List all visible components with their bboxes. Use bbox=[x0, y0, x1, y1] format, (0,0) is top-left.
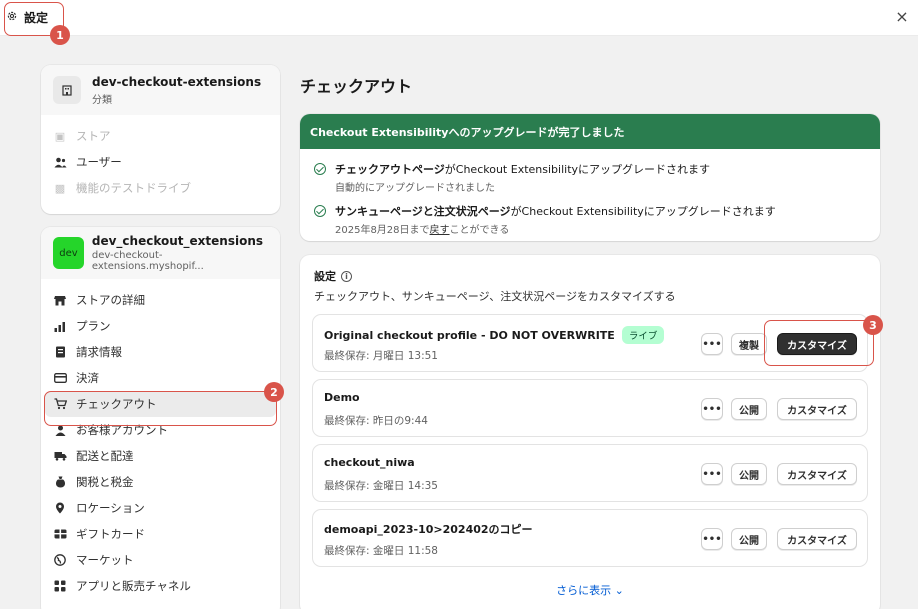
sidebar-item-label: 機能のテストドライブ bbox=[76, 181, 191, 195]
customize-button[interactable]: カスタマイズ bbox=[777, 463, 857, 485]
sidebar-item-shipping[interactable]: 配送と配達 bbox=[41, 443, 280, 469]
more-actions-button[interactable]: ••• bbox=[701, 528, 723, 550]
globe-icon bbox=[53, 553, 67, 567]
profile-name[interactable]: Demo bbox=[324, 391, 360, 404]
clipboard-icon: ▩ bbox=[54, 181, 66, 195]
gift-card-icon bbox=[53, 527, 67, 541]
truck-icon bbox=[53, 449, 67, 463]
show-more-link[interactable]: さらに表示 ⌄ bbox=[300, 582, 880, 598]
section-title: 設定 bbox=[314, 270, 336, 283]
sidebar-item-plan[interactable]: プラン bbox=[41, 313, 280, 339]
dev-store-name: dev_checkout_extensions bbox=[91, 234, 263, 248]
sidebar-item-label: アプリと販売チャネル bbox=[76, 579, 191, 593]
top-bar: 設定 × bbox=[0, 0, 918, 36]
banner-row-text: がCheckout Extensibilityにアップグレードされます bbox=[444, 163, 711, 176]
page-title: チェックアウト bbox=[300, 77, 413, 96]
checkout-profile-row: Demo 最終保存: 昨日の9:44 ••• 公開 カスタマイズ bbox=[312, 379, 868, 437]
apps-icon bbox=[53, 579, 67, 593]
sidebar-item-label: 決済 bbox=[76, 371, 99, 385]
sidebar-item-payments[interactable]: 決済 bbox=[41, 365, 280, 391]
store-header[interactable]: dev-checkout-extensions 分類 bbox=[41, 65, 280, 115]
publish-button[interactable]: 公開 bbox=[731, 398, 767, 420]
sidebar-item-label: ストア bbox=[76, 129, 111, 143]
more-actions-button[interactable]: ••• bbox=[701, 398, 723, 420]
users-icon bbox=[53, 155, 67, 169]
banner-row: チェックアウトページがCheckout Extensibilityにアップグレー… bbox=[300, 161, 880, 194]
banner-row: サンキューページと注文状況ページがCheckout Extensibilityに… bbox=[300, 203, 880, 236]
customize-button[interactable]: カスタマイズ bbox=[777, 398, 857, 420]
annotation-badge-1: 1 bbox=[50, 25, 70, 45]
sidebar-item-apps[interactable]: アプリと販売チャネル bbox=[41, 573, 280, 599]
upgrade-banner: Checkout Extensibilityへのアップグレードが完了しました チ… bbox=[300, 114, 880, 241]
banner-row-strong: チェックアウトページ bbox=[335, 163, 445, 176]
publish-button[interactable]: 公開 bbox=[731, 463, 767, 485]
annotation-badge-3: 3 bbox=[863, 315, 883, 335]
more-actions-button[interactable]: ••• bbox=[701, 463, 723, 485]
more-actions-button[interactable]: ••• bbox=[701, 333, 723, 355]
annotation-box-2 bbox=[44, 391, 277, 426]
banner-row-text: がCheckout Extensibilityにアップグレードされます bbox=[510, 205, 776, 218]
info-icon[interactable]: i bbox=[341, 270, 352, 282]
tax-icon bbox=[53, 475, 67, 489]
banner-row-sub: 2025年8月28日まで bbox=[335, 225, 430, 236]
sidebar-item-markets[interactable]: マーケット bbox=[41, 547, 280, 573]
building-icon bbox=[53, 76, 81, 104]
profile-name[interactable]: checkout_niwa bbox=[324, 456, 415, 469]
sidebar-item-label: ロケーション bbox=[76, 501, 145, 515]
store-name: dev-checkout-extensions bbox=[92, 74, 262, 89]
profile-name[interactable]: Original checkout profile - DO NOT OVERW… bbox=[324, 329, 615, 342]
sidebar-item-label: 請求情報 bbox=[76, 345, 122, 359]
banner-row-sub-tail: ことができる bbox=[449, 225, 510, 236]
profile-saved: 最終保存: 金曜日 11:58 bbox=[324, 545, 438, 557]
avatar: dev bbox=[53, 237, 84, 269]
check-circle-icon bbox=[314, 163, 326, 175]
profile-name[interactable]: demoapi_2023-10>202402のコピー bbox=[324, 521, 533, 537]
profile-saved: 最終保存: 月曜日 13:51 bbox=[324, 350, 438, 362]
sidebar-item-users[interactable]: ユーザー bbox=[41, 149, 280, 175]
dev-store-header[interactable]: dev dev_checkout_extensions dev-checkout… bbox=[41, 227, 280, 279]
store-icon bbox=[53, 293, 67, 307]
annotation-box-3 bbox=[764, 320, 874, 366]
sidebar-item-label: ギフトカード bbox=[76, 527, 145, 541]
duplicate-button[interactable]: 複製 bbox=[731, 333, 767, 355]
store-card: dev-checkout-extensions 分類 ▣ ストア ユーザー ▩ … bbox=[41, 65, 280, 214]
banner-row-sub: 自動的にアップグレードされました bbox=[335, 183, 495, 194]
sidebar-item-label: プラン bbox=[76, 319, 111, 333]
section-description: チェックアウト、サンキューページ、注文状況ページをカスタマイズする bbox=[314, 290, 676, 303]
customize-button[interactable]: カスタマイズ bbox=[777, 528, 857, 550]
store-icon: ▣ bbox=[54, 129, 66, 143]
configuration-card: 設定 i チェックアウト、サンキューページ、注文状況ページをカスタマイズする O… bbox=[300, 255, 880, 609]
checkout-profile-row: demoapi_2023-10>202402のコピー 最終保存: 金曜日 11:… bbox=[312, 509, 868, 567]
sidebar-item-label: 配送と配達 bbox=[76, 449, 134, 463]
sidebar-item-label: ユーザー bbox=[76, 155, 122, 169]
sidebar-item-label: 関税と税金 bbox=[76, 475, 134, 489]
store-category: 分類 bbox=[92, 94, 112, 106]
sidebar-item-locations[interactable]: ロケーション bbox=[41, 495, 280, 521]
billing-icon bbox=[53, 345, 67, 359]
revert-link[interactable]: 戻す bbox=[430, 225, 450, 236]
profile-saved: 最終保存: 金曜日 14:35 bbox=[324, 480, 438, 492]
location-icon bbox=[53, 501, 67, 515]
sidebar-item-gift-cards[interactable]: ギフトカード bbox=[41, 521, 280, 547]
sidebar-item-taxes[interactable]: 関税と税金 bbox=[41, 469, 280, 495]
sidebar-item-store: ▣ ストア bbox=[41, 123, 280, 149]
sidebar-item-store-details[interactable]: ストアの詳細 bbox=[41, 287, 280, 313]
sidebar-item-label: ストアの詳細 bbox=[76, 293, 145, 307]
status-badge: ライブ bbox=[621, 326, 665, 344]
annotation-badge-2: 2 bbox=[264, 382, 284, 402]
publish-button[interactable]: 公開 bbox=[731, 528, 767, 550]
sidebar-item-billing[interactable]: 請求情報 bbox=[41, 339, 280, 365]
dev-store-domain: dev-checkout-extensions.myshopif... bbox=[91, 250, 204, 272]
sidebar-item-test-drive: ▩ 機能のテストドライブ bbox=[41, 175, 280, 201]
plan-icon bbox=[53, 319, 67, 333]
close-icon[interactable]: × bbox=[892, 6, 912, 26]
banner-row-strong: サンキューページと注文状況ページ bbox=[335, 205, 511, 218]
check-circle-icon bbox=[314, 205, 326, 217]
banner-title: Checkout Extensibilityへのアップグレードが完了しました bbox=[300, 114, 880, 149]
checkout-profile-row: checkout_niwa 最終保存: 金曜日 14:35 ••• 公開 カスタ… bbox=[312, 444, 868, 502]
payments-icon bbox=[53, 371, 67, 385]
sidebar-item-label: マーケット bbox=[76, 553, 134, 567]
profile-saved: 最終保存: 昨日の9:44 bbox=[324, 415, 428, 427]
